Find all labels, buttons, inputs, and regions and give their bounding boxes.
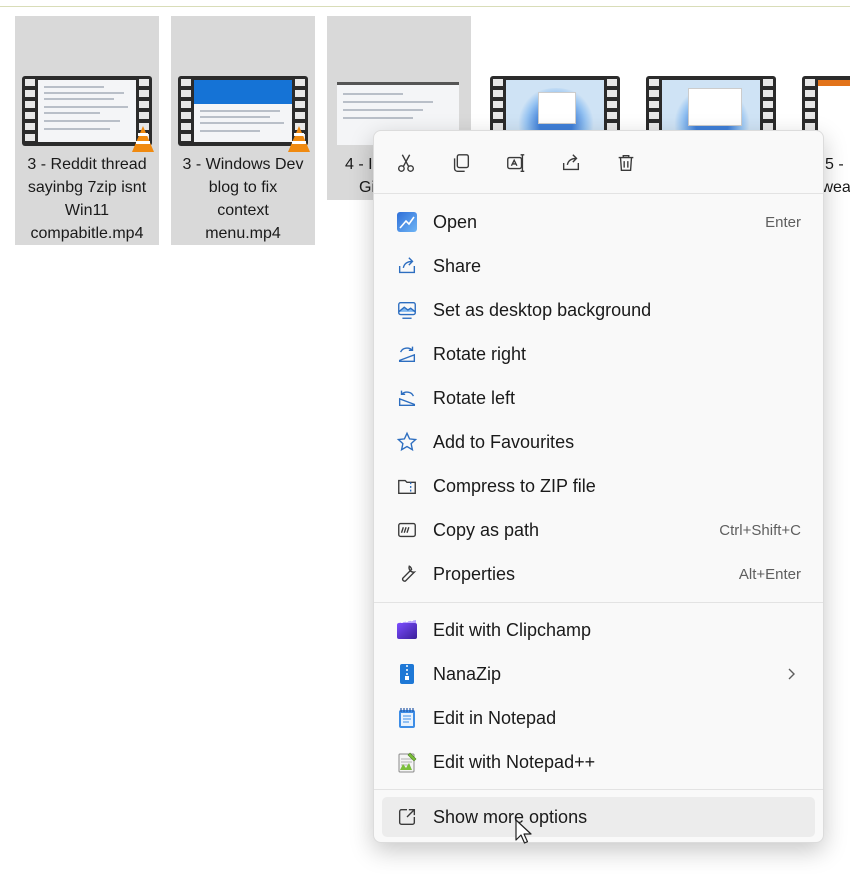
top-divider — [0, 6, 850, 7]
wrench-icon — [396, 563, 418, 585]
menu-item-rotate-right[interactable]: Rotate right — [382, 334, 815, 374]
file-name: 5 - twea — [817, 156, 850, 196]
rotate-left-icon — [396, 387, 418, 409]
file-tile-windows-dev-blog[interactable]: 3 - Windows Dev blog to fix context menu… — [171, 16, 315, 245]
scissors-icon — [397, 154, 415, 172]
rename-button[interactable] — [500, 147, 532, 179]
nanazip-icon — [396, 663, 418, 685]
copy-button[interactable] — [445, 147, 477, 179]
menu-item-edit-with-notepad-plus-plus[interactable]: Edit with Notepad++ — [382, 742, 815, 782]
trash-icon — [618, 154, 634, 172]
rename-icon — [507, 154, 525, 172]
menu-item-share[interactable]: Share — [382, 246, 815, 286]
menu-item-open[interactable]: Open Enter — [382, 202, 815, 242]
copy-icon — [453, 154, 470, 172]
file-name: 4 - I Gi — [345, 156, 375, 196]
video-thumbnail — [178, 76, 310, 152]
menu-separator — [374, 193, 823, 194]
menu-item-nanazip[interactable]: NanaZip — [382, 654, 815, 694]
share-quick-button[interactable] — [555, 147, 587, 179]
menu-separator — [374, 789, 823, 790]
menu-item-add-to-favourites[interactable]: Add to Favourites — [382, 422, 815, 462]
file-tile-reddit-thread[interactable]: 3 - Reddit thread sayinbg 7zip isnt Win1… — [15, 16, 159, 245]
menu-item-compress-zip[interactable]: Compress to ZIP file — [382, 466, 815, 506]
share-icon — [396, 255, 418, 277]
menu-item-rotate-left[interactable]: Rotate left — [382, 378, 815, 418]
zip-folder-icon — [396, 475, 418, 497]
menu-item-copy-as-path[interactable]: Copy as path Ctrl+Shift+C — [382, 510, 815, 550]
context-menu: Open Enter Share Set as desktop backgrou… — [373, 130, 824, 843]
notepad-plus-plus-icon — [396, 751, 418, 773]
menu-item-show-more-options[interactable]: Show more options — [382, 797, 815, 837]
show-more-options-icon — [396, 806, 418, 828]
delete-button[interactable] — [610, 147, 642, 179]
menu-item-edit-with-clipchamp[interactable]: Edit with Clipchamp — [382, 610, 815, 650]
desktop-background-icon — [396, 299, 418, 321]
menu-separator — [374, 602, 823, 603]
mouse-cursor-icon — [515, 819, 532, 844]
share-icon — [562, 154, 580, 171]
rotate-right-icon — [396, 343, 418, 365]
quick-actions-bar — [374, 131, 823, 193]
file-tile-6[interactable] — [639, 16, 783, 146]
file-name: 3 - Windows Dev blog to fix context menu… — [182, 156, 304, 242]
photos-app-icon — [396, 211, 418, 233]
video-thumbnail — [22, 76, 154, 152]
clipchamp-icon — [396, 619, 418, 641]
cut-button[interactable] — [390, 147, 422, 179]
menu-item-edit-in-notepad[interactable]: Edit in Notepad — [382, 698, 815, 738]
menu-item-set-desktop-background[interactable]: Set as desktop background — [382, 290, 815, 330]
notepad-icon — [396, 707, 418, 729]
copy-path-icon — [396, 519, 418, 541]
menu-item-properties[interactable]: Properties Alt+Enter — [382, 554, 815, 594]
file-tile-5[interactable] — [483, 16, 627, 146]
file-name: 3 - Reddit thread sayinbg 7zip isnt Win1… — [27, 156, 147, 242]
star-icon — [396, 431, 418, 453]
chevron-right-icon — [788, 668, 795, 680]
